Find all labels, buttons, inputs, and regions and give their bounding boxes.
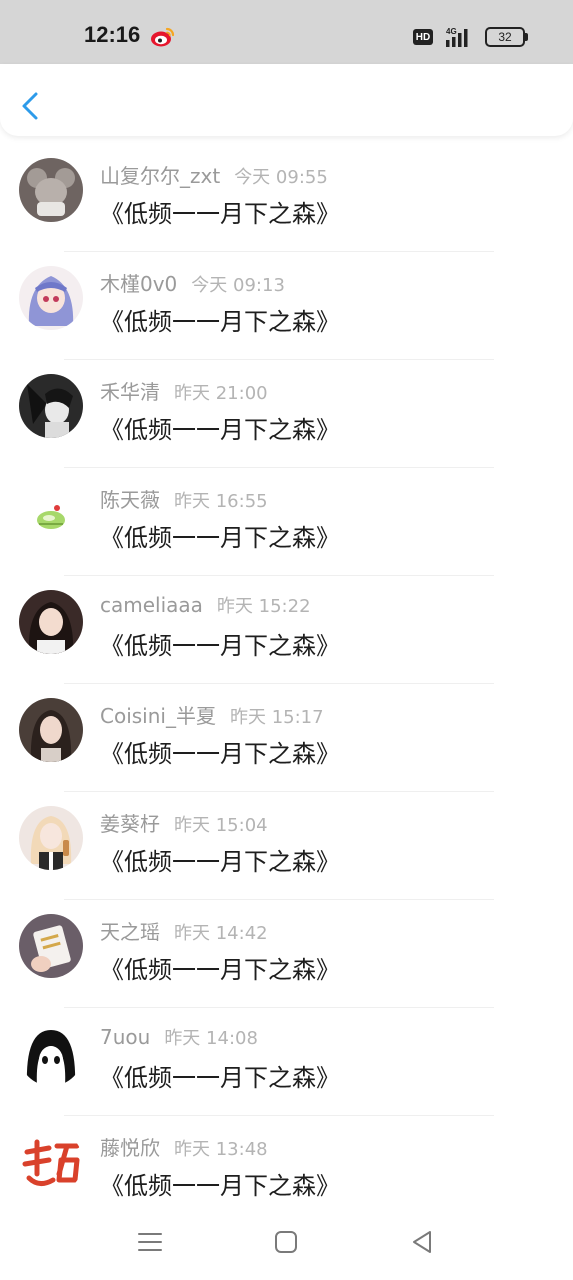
item-author: Coisini_半夏 昨天 15:17 [100,700,324,729]
list-item[interactable]: cameliaaa 昨天 15:22 《低频一一月下之森》 [0,576,573,684]
avatar[interactable] [19,698,83,762]
home-icon[interactable] [272,1228,300,1256]
avatar[interactable] [19,266,83,330]
item-content: 《低频一一月下之森》 [100,632,340,660]
item-author: 禾华清 昨天 21:00 [100,376,268,405]
item-author: 山复尔尔_zxt 今天 09:55 [100,160,328,189]
list-item[interactable]: 藤悦欣 昨天 13:48 《低频一一月下之森》 [0,1116,573,1224]
battery-icon: 32 [485,27,528,47]
hd-icon: HD [413,29,433,45]
item-content: 《低频一一月下之森》 [100,1064,340,1092]
author-name: Coisini_半夏 [100,704,216,728]
list-item[interactable]: 天之瑶 昨天 14:42 《低频一一月下之森》 [0,900,573,1008]
avatar[interactable] [19,914,83,978]
author-name: 天之瑶 [100,920,160,944]
item-timestamp: 昨天 21:00 [174,383,268,404]
item-author: 木槿0v0 今天 09:13 [100,268,285,297]
list-item[interactable]: 7uou 昨天 14:08 《低频一一月下之森》 [0,1008,573,1116]
back-triangle-icon[interactable] [408,1228,436,1256]
item-content: 《低频一一月下之森》 [100,416,340,444]
item-content: 《低频一一月下之森》 [100,848,340,876]
header-bar [0,64,573,136]
avatar[interactable] [19,1022,83,1086]
item-timestamp: 昨天 13:48 [174,1139,268,1160]
avatar[interactable] [19,590,83,654]
item-content: 《低频一一月下之森》 [100,1172,340,1200]
network-type: 4G [446,27,457,36]
item-timestamp: 昨天 14:42 [174,923,268,944]
item-author: 姜葵杍 昨天 15:04 [100,808,268,837]
author-name: 山复尔尔_zxt [100,164,221,188]
menu-icon[interactable] [136,1228,164,1256]
weibo-icon [151,27,175,47]
list-item[interactable]: 姜葵杍 昨天 15:04 《低频一一月下之森》 [0,792,573,900]
author-name: 禾华清 [100,380,160,404]
item-timestamp: 今天 09:13 [191,275,285,296]
item-author: 陈天薇 昨天 16:55 [100,484,268,513]
author-name: 藤悦欣 [100,1136,160,1160]
item-timestamp: 昨天 15:17 [229,707,324,728]
avatar[interactable] [19,374,83,438]
author-name: 陈天薇 [100,488,160,512]
item-timestamp: 昨天 15:22 [216,596,311,617]
status-bar: 12:16 HD 4G 32 [0,0,573,64]
author-name: 姜葵杍 [100,812,160,836]
avatar[interactable] [19,158,83,222]
item-author: 天之瑶 昨天 14:42 [100,916,268,945]
status-time: 12:16 [84,22,141,47]
avatar[interactable] [19,1130,83,1194]
status-icons: HD 4G 32 [413,24,528,50]
list-item[interactable]: 陈天薇 昨天 16:55 《低频一一月下之森》 [0,468,573,576]
list-item[interactable]: Coisini_半夏 昨天 15:17 《低频一一月下之森》 [0,684,573,792]
item-timestamp: 昨天 16:55 [174,491,268,512]
system-nav-bar [0,1210,573,1280]
list-item[interactable]: 禾华清 昨天 21:00 《低频一一月下之森》 [0,360,573,468]
comment-list: 山复尔尔_zxt 今天 09:55 《低频一一月下之森》 木槿0v0 今天 09:1… [0,144,573,1224]
item-author: cameliaaa 昨天 15:22 [100,592,311,618]
list-item[interactable]: 山复尔尔_zxt 今天 09:55 《低频一一月下之森》 [0,144,573,252]
signal-icon: 4G [446,27,468,47]
battery-level: 32 [498,30,512,44]
item-timestamp: 昨天 15:04 [174,815,268,836]
item-author: 藤悦欣 昨天 13:48 [100,1132,268,1161]
item-author: 7uou 昨天 14:08 [100,1024,258,1050]
item-timestamp: 今天 09:55 [234,167,328,188]
item-content: 《低频一一月下之森》 [100,956,340,984]
item-content: 《低频一一月下之森》 [100,524,340,552]
item-content: 《低频一一月下之森》 [100,200,340,228]
author-name: cameliaaa [100,593,203,617]
avatar[interactable] [19,806,83,870]
chevron-left-icon[interactable] [16,90,46,122]
item-content: 《低频一一月下之森》 [100,740,340,768]
item-content: 《低频一一月下之森》 [100,308,340,336]
avatar[interactable] [19,482,83,546]
list-item[interactable]: 木槿0v0 今天 09:13 《低频一一月下之森》 [0,252,573,360]
author-name: 木槿0v0 [100,272,178,296]
item-timestamp: 昨天 14:08 [164,1028,258,1049]
author-name: 7uou [100,1025,151,1049]
